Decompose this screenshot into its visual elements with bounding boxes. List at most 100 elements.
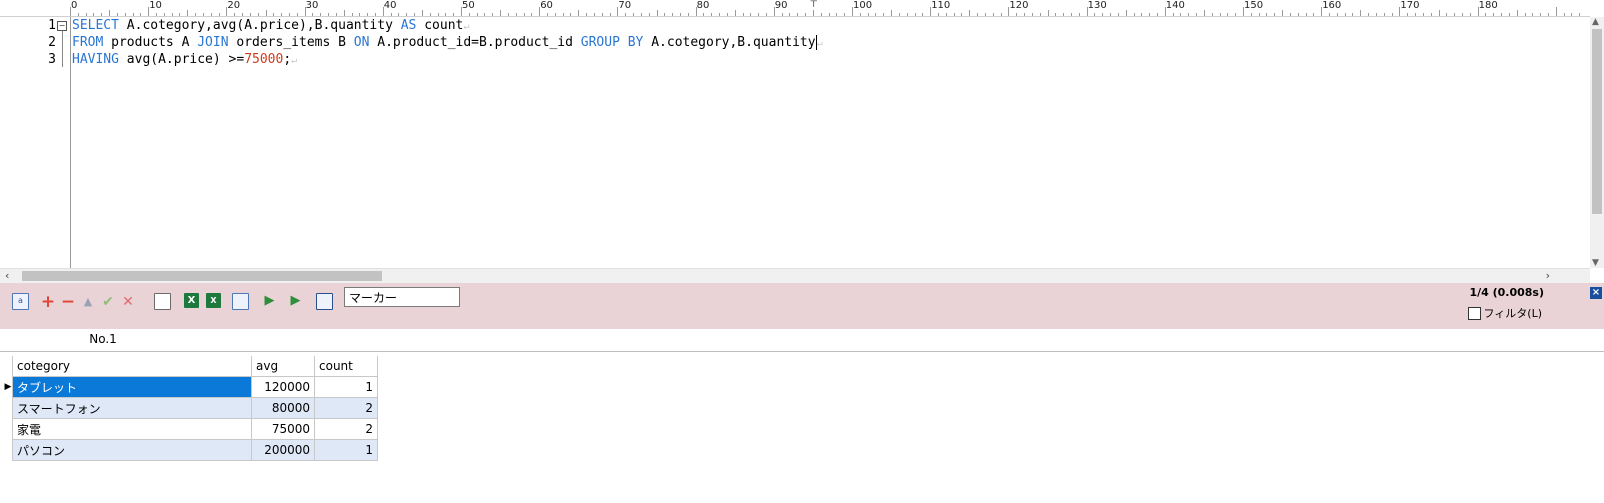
execute-explain-icon[interactable]: ▶ <box>288 293 303 308</box>
row-indicator[interactable] <box>4 418 13 440</box>
cell-count[interactable]: 1 <box>314 376 378 398</box>
add-row-icon[interactable]: + <box>40 294 56 311</box>
filter-checkbox-box[interactable] <box>1467 306 1481 320</box>
table-row[interactable]: 家電 75000 2 <box>4 418 378 440</box>
vertical-scroll-thumb[interactable] <box>1592 29 1602 214</box>
ruler-tick <box>758 13 760 16</box>
ruler-tick <box>734 10 736 16</box>
execute-icon[interactable]: ▶ <box>262 293 277 308</box>
ruler-tick <box>1047 10 1049 16</box>
ruler-tick <box>1485 13 1487 16</box>
column-header-cotegory[interactable]: cotegory <box>12 356 252 377</box>
ruler-tick <box>195 13 197 16</box>
cell-cotegory[interactable]: スマートフォン <box>12 397 252 419</box>
ruler-tick <box>163 13 165 16</box>
fold-toggle-icon[interactable]: − <box>57 21 67 31</box>
ruler-tick <box>1125 10 1127 16</box>
ruler-tick <box>1235 13 1237 16</box>
cell-avg[interactable]: 120000 <box>251 376 315 398</box>
ruler-label: 90 <box>774 0 788 11</box>
ruler-tick <box>640 13 642 16</box>
ruler-tick <box>1211 13 1213 16</box>
ruler-tick <box>1250 13 1252 16</box>
filter-label: フィルタ(L) <box>1483 307 1543 320</box>
ruler-tick <box>1149 13 1151 16</box>
result-toolbar: a + − ▲ ✔ ✕ X X ▶ ▶ 1/4 (0.008s) × フィルタ(… <box>0 283 1604 329</box>
ruler-tick <box>1571 13 1573 16</box>
table-row[interactable]: スマートフォン 80000 2 <box>4 397 378 419</box>
column-header-avg[interactable]: avg <box>251 356 315 377</box>
scroll-left-arrow-icon[interactable]: ‹ <box>5 269 9 282</box>
scroll-up-arrow-icon[interactable]: ▲ <box>1592 17 1599 27</box>
code-token: count <box>416 18 464 33</box>
ruler-tick <box>500 10 502 16</box>
ruler-tick <box>1039 13 1041 16</box>
filter-checkbox[interactable]: フィルタ(L) <box>1467 305 1543 321</box>
ruler-tick <box>805 13 807 16</box>
rollback-icon[interactable]: ✕ <box>120 294 136 310</box>
delete-row-icon[interactable]: − <box>60 294 76 311</box>
cell-cotegory[interactable]: パソコン <box>12 439 252 461</box>
ruler-tick <box>1133 13 1135 16</box>
cell-count[interactable]: 2 <box>314 418 378 440</box>
ruler-tick <box>1336 13 1338 16</box>
ruler-tick <box>648 13 650 16</box>
ruler-tick <box>132 13 134 16</box>
ruler-tick <box>547 13 549 16</box>
ruler-tick <box>867 13 869 16</box>
table-row[interactable]: パソコン 200000 1 <box>4 439 378 461</box>
ruler-tick <box>507 13 509 16</box>
ruler-tick <box>1313 13 1315 16</box>
ruler-label: 100 <box>853 0 873 11</box>
editor-vertical-scrollbar[interactable]: ▲ ▼ <box>1590 17 1604 268</box>
ruler-tick <box>1352 13 1354 16</box>
ruler-tick <box>1430 13 1432 16</box>
code-line[interactable]: HAVING avg(A.price) >=75000;↵ <box>72 51 297 68</box>
cell-avg[interactable]: 200000 <box>251 439 315 461</box>
column-header-count[interactable]: count <box>314 356 378 377</box>
cell-cotegory[interactable]: 家電 <box>12 418 252 440</box>
ruler-label: 120 <box>1009 0 1029 11</box>
ruler-tick <box>562 13 564 16</box>
ruler-tick <box>1219 13 1221 16</box>
current-row-indicator-icon[interactable]: ▶ <box>4 376 13 398</box>
code-line[interactable]: FROM products A JOIN orders_items B ON A… <box>72 34 823 51</box>
copy-results-icon[interactable] <box>232 293 249 310</box>
commit-icon[interactable]: ✔ <box>100 294 116 310</box>
scroll-down-arrow-icon[interactable]: ▼ <box>1592 258 1599 268</box>
excel-export-icon[interactable]: X <box>184 293 199 308</box>
cell-avg[interactable]: 80000 <box>251 397 315 419</box>
ruler-tick <box>812 10 814 16</box>
ruler-tick <box>531 13 533 16</box>
tab-no1[interactable]: No.1 <box>4 329 202 351</box>
code-line[interactable]: SELECT A.cotegory,avg(A.price),B.quantit… <box>72 17 469 34</box>
table-row[interactable]: ▶ タブレット 120000 1 <box>4 376 378 398</box>
code-token: A.product_id=B.product_id <box>369 35 581 50</box>
horizontal-scroll-thumb[interactable] <box>22 271 382 281</box>
grid-settings-icon[interactable]: a <box>12 293 29 310</box>
editor-horizontal-scrollbar[interactable]: ‹ › <box>0 268 1590 283</box>
cell-cotegory[interactable]: タブレット <box>12 376 252 398</box>
marker-input[interactable] <box>344 287 460 307</box>
row-indicator[interactable] <box>4 397 13 419</box>
row-indicator[interactable] <box>4 439 13 461</box>
move-up-icon[interactable]: ▲ <box>80 294 96 310</box>
export-document-icon[interactable] <box>154 293 171 310</box>
cell-count[interactable]: 2 <box>314 397 378 419</box>
ruler-tick <box>85 13 87 16</box>
ruler-tick <box>875 13 877 16</box>
sql-editor[interactable]: 1 2 3 − SELECT A.cotegory,avg(A.price),B.qu… <box>0 17 1590 268</box>
ruler-tick <box>883 13 885 16</box>
grid-view-icon[interactable] <box>316 293 333 310</box>
close-icon[interactable]: × <box>1590 287 1602 299</box>
ruler-tick <box>844 13 846 16</box>
ruler-tick <box>1102 13 1104 16</box>
line-number: 1 <box>48 18 56 33</box>
ruler-tick <box>1188 13 1190 16</box>
scroll-right-arrow-icon[interactable]: › <box>1546 269 1550 282</box>
excel-export-all-icon[interactable]: X <box>206 293 221 308</box>
cell-count[interactable]: 1 <box>314 439 378 461</box>
cell-avg[interactable]: 75000 <box>251 418 315 440</box>
ruler-tick <box>1446 13 1448 16</box>
result-grid[interactable]: cotegory avg count ▶ タブレット 120000 1 スマートフォン 8… <box>4 356 378 461</box>
